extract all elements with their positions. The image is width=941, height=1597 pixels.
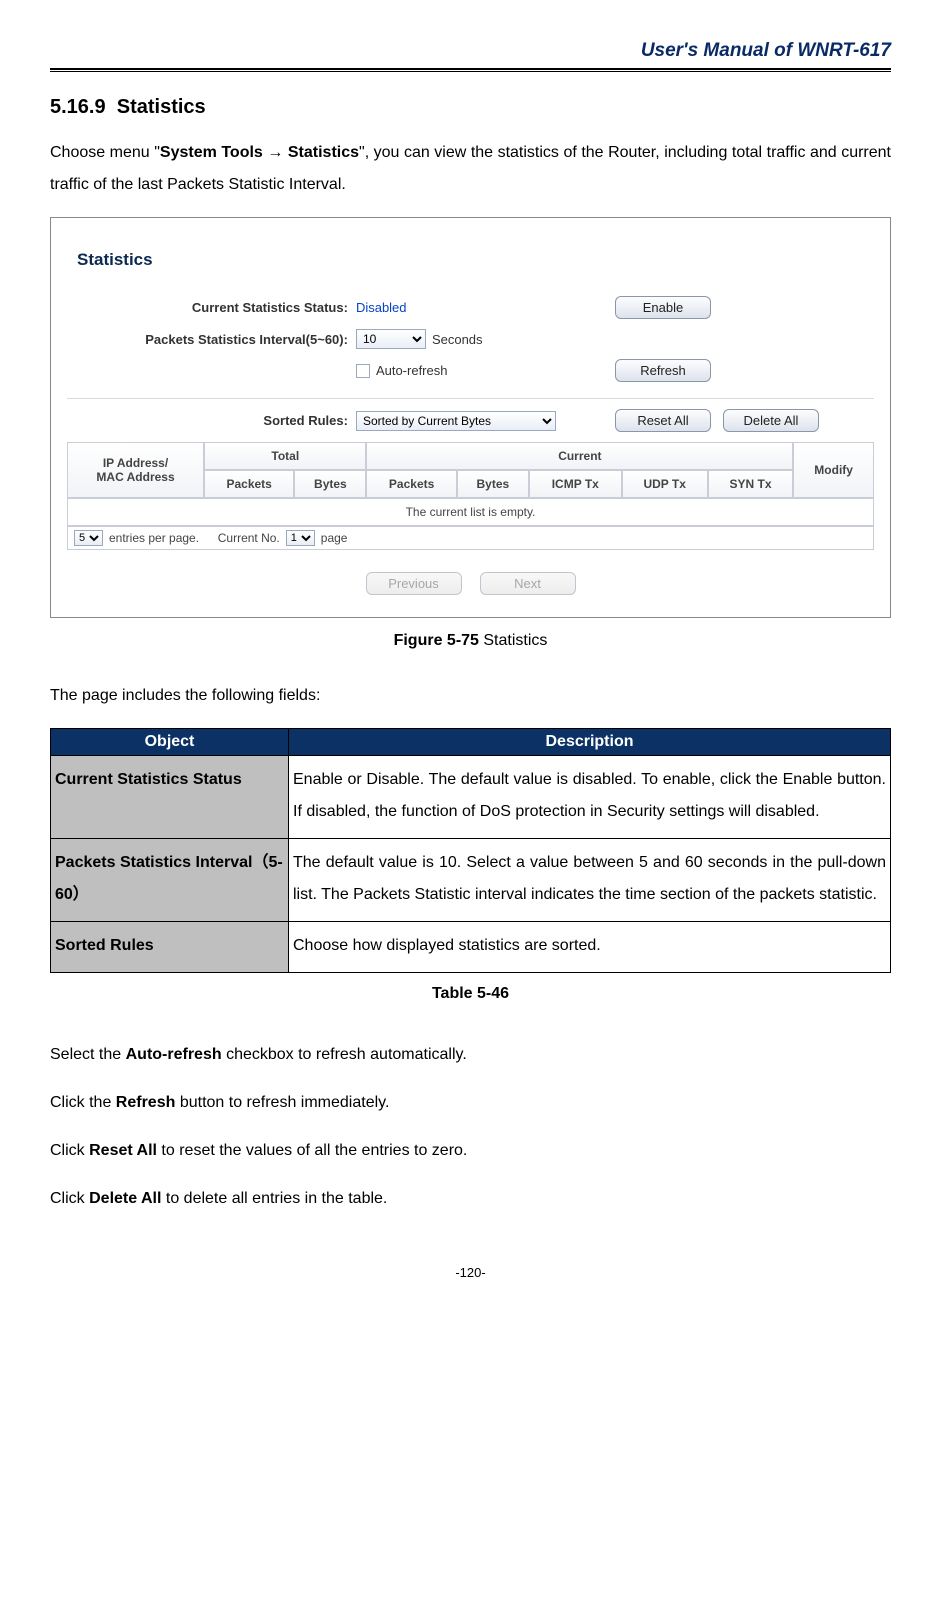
obj-table-header-desc: Description [289,729,891,756]
table-row: Sorted Rules Choose how displayed statis… [51,922,891,973]
row-auto-refresh: Auto-refresh Refresh [67,359,874,382]
page-number: -120- [50,1265,891,1280]
note-text: checkbox to refresh automatically. [222,1046,467,1063]
col-ip-mac: IP Address/ MAC Address [67,442,204,498]
empty-list-message: The current list is empty. [67,498,874,526]
divider-top-thin [50,71,891,72]
auto-refresh-checkbox[interactable] [356,364,370,378]
note-bold: Auto-refresh [126,1046,222,1063]
note-reset-all: Click Reset All to reset the values of a… [50,1135,891,1167]
delete-all-button[interactable]: Delete All [723,409,819,432]
row-sorted-rules: Sorted Rules: Sorted by Current Bytes Re… [67,409,874,432]
reset-all-button[interactable]: Reset All [615,409,711,432]
note-text: Click the [50,1094,116,1111]
table-row: Current Statistics Status Enable or Disa… [51,756,891,839]
next-button[interactable]: Next [480,572,576,595]
interval-select[interactable]: 10 [356,329,426,349]
note-auto-refresh: Select the Auto-refresh checkbox to refr… [50,1039,891,1071]
panel-divider [67,398,874,399]
refresh-button[interactable]: Refresh [615,359,711,382]
obj-table-header-object: Object [51,729,289,756]
col-current-bytes: Bytes [457,470,529,498]
note-bold: Reset All [89,1142,157,1159]
value-current-status: Disabled [356,300,407,315]
figure-caption-rest: Statistics [479,632,547,649]
entries-per-page-label: entries per page. [109,531,199,545]
note-delete-all: Click Delete All to delete all entries i… [50,1183,891,1215]
desc-current-status: Enable or Disable. The default value is … [289,756,891,839]
enable-button[interactable]: Enable [615,296,711,319]
row-interval: Packets Statistics Interval(5~60): 10 Se… [67,329,874,349]
table-row: Packets Statistics Interval（5-60） The de… [51,839,891,922]
col-modify: Modify [793,442,874,498]
label-current-status: Current Statistics Status: [67,300,356,315]
col-udp: UDP Tx [622,470,708,498]
figure-caption: Figure 5-75 Statistics [50,632,891,650]
label-sorted-rules: Sorted Rules: [67,413,356,428]
row-current-status: Current Statistics Status: Disabled Enab… [67,296,874,319]
auto-refresh-label: Auto-refresh [376,363,448,378]
section-number: 5.16.9 [50,96,106,118]
intro-menu-1: System Tools [160,144,263,161]
intro-menu-2: Statistics [288,144,359,161]
manual-title: User's Manual of WNRT-617 [50,40,891,62]
col-icmp: ICMP Tx [529,470,622,498]
desc-text: Enable or Disable. The default value is … [293,771,783,788]
intro-text-1: Choose menu " [50,144,160,161]
note-text: Click [50,1142,89,1159]
note-text: Click [50,1190,89,1207]
figure-caption-bold: Figure 5-75 [394,632,479,649]
col-current-packets: Packets [366,470,456,498]
table-caption: Table 5-46 [50,985,891,1003]
note-bold: Delete All [89,1190,161,1207]
note-text: button to refresh immediately. [175,1094,389,1111]
page-number-select[interactable]: 1 [286,530,315,546]
obj-interval: Packets Statistics Interval（5-60） [51,839,289,922]
fields-intro: The page includes the following fields: [50,680,891,712]
object-description-table: Object Description Current Statistics St… [50,728,891,973]
col-syn: SYN Tx [708,470,793,498]
section-title: Statistics [117,96,206,118]
current-no-label: Current No. [218,531,280,545]
desc-sorted-rules: Choose how displayed statistics are sort… [289,922,891,973]
obj-current-status: Current Statistics Status [51,756,289,839]
panel-title: Statistics [77,250,874,270]
statistics-screenshot: Statistics Current Statistics Status: Di… [50,217,891,618]
obj-sorted-rules: Sorted Rules [51,922,289,973]
interval-unit: Seconds [432,332,483,347]
entries-per-page-select[interactable]: 5 [74,530,103,546]
page-label: page [321,531,348,545]
divider-top-thick [50,68,891,70]
note-bold: Refresh [116,1094,176,1111]
intro-arrow: → [263,144,288,161]
col-group-current: Current [366,442,793,470]
grid-footer: 5 entries per page. Current No. 1 page [67,526,874,550]
col-group-total: Total [204,442,366,470]
label-interval: Packets Statistics Interval(5~60): [67,332,356,347]
desc-interval: The default value is 10. Select a value … [289,839,891,922]
col-total-bytes: Bytes [294,470,366,498]
col-total-packets: Packets [204,470,294,498]
intro-paragraph: Choose menu "System Tools → Statistics",… [50,137,891,201]
previous-button[interactable]: Previous [366,572,462,595]
desc-bold: Enable [783,771,833,788]
note-refresh: Click the Refresh button to refresh imme… [50,1087,891,1119]
section-heading: 5.16.9 Statistics [50,96,891,119]
note-text: to reset the values of all the entries t… [157,1142,467,1159]
stats-grid-wrap: IP Address/ MAC Address Total Current Mo… [67,442,874,550]
note-text: to delete all entries in the table. [161,1190,387,1207]
stats-grid: IP Address/ MAC Address Total Current Mo… [67,442,874,526]
sorted-rules-select[interactable]: Sorted by Current Bytes [356,411,556,431]
pager: Previous Next [67,572,874,595]
note-text: Select the [50,1046,126,1063]
